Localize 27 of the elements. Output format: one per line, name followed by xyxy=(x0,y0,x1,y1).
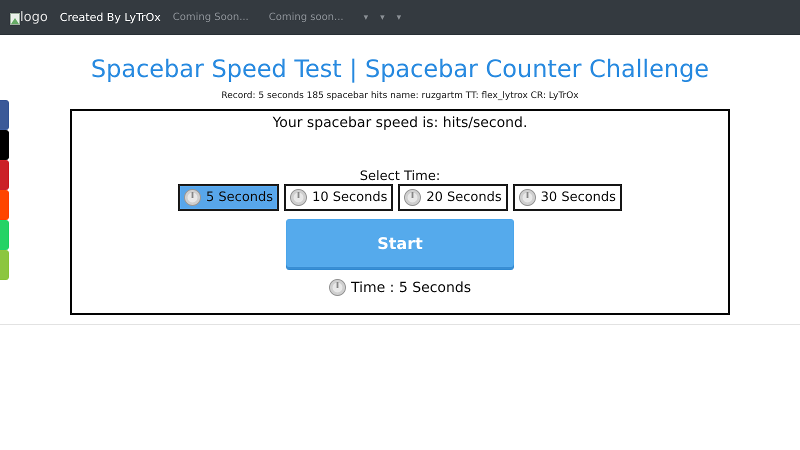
logo-image[interactable]: logo xyxy=(10,10,48,25)
dropdown-toggle[interactable]: ▾ xyxy=(380,12,385,22)
timer-icon xyxy=(328,279,346,296)
share-button[interactable] xyxy=(0,250,9,280)
page-title: Spacebar Speed Test | Spacebar Counter Challenge xyxy=(90,55,710,83)
brand-link[interactable]: Created By LyTrOx xyxy=(60,11,161,24)
time-option[interactable]: 5 Seconds xyxy=(178,184,280,211)
timer-icon xyxy=(184,189,202,206)
dropdown-toggle[interactable]: ▾ xyxy=(396,12,402,22)
timer-icon xyxy=(290,189,308,206)
timer-icon xyxy=(518,189,536,206)
nav-link[interactable]: Coming soon... xyxy=(268,12,344,23)
dropdown-toggle[interactable]: ▾ xyxy=(364,12,368,22)
time-option[interactable]: 20 Seconds xyxy=(398,184,508,211)
share-button[interactable] xyxy=(0,130,9,160)
time-option[interactable]: 10 Seconds xyxy=(284,184,394,211)
share-button[interactable] xyxy=(0,100,9,130)
share-button[interactable] xyxy=(0,160,9,190)
speed-text: Your spacebar speed is: hits/second. xyxy=(272,115,528,131)
share-button[interactable] xyxy=(0,190,9,220)
nav-link[interactable]: Coming Soon... xyxy=(172,12,249,23)
record-text: Record: 5 seconds 185 spacebar hits name: ruzgartm TT: flex_lytrox CR: LyTrOx xyxy=(221,91,579,101)
time-status: Time : 5 Seconds xyxy=(350,280,472,296)
share-button[interactable] xyxy=(0,220,9,250)
timer-icon xyxy=(404,189,422,206)
time-option[interactable]: 30 Seconds xyxy=(512,184,622,211)
select-label: Select Time: xyxy=(360,169,440,184)
